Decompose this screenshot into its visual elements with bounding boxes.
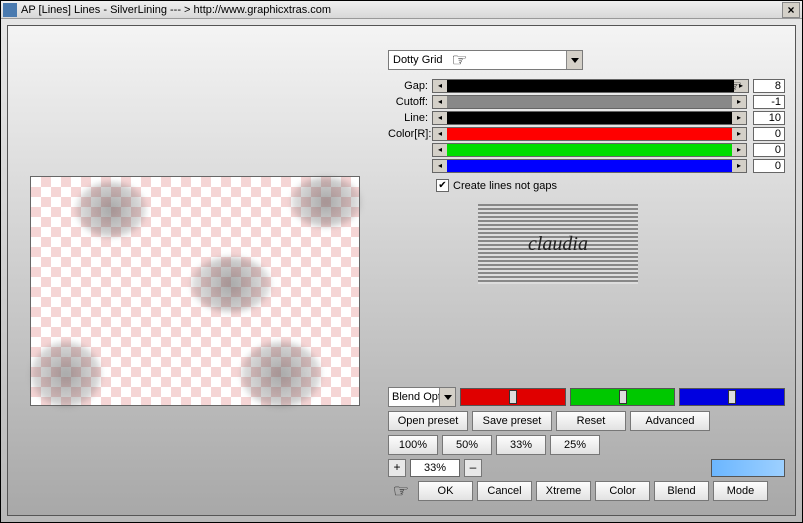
zoom-100-button[interactable]: 100% [388, 435, 438, 455]
gap-value[interactable] [753, 79, 785, 93]
arrow-right-icon[interactable]: ▸ [732, 96, 746, 108]
arrow-left-icon[interactable]: ◂ [433, 112, 447, 124]
arrow-right-icon[interactable]: ▸ [732, 144, 746, 156]
color-r-label: Color[R]: [388, 128, 432, 140]
arrow-left-icon[interactable]: ◂ [433, 96, 447, 108]
line-slider-row: Line: ◂ ▸ [388, 110, 785, 125]
rgb-blue-slider[interactable] [679, 388, 785, 406]
window-title: AP [Lines] Lines - SilverLining --- > ht… [21, 4, 782, 16]
create-lines-checkbox-row: ✔ Create lines not gaps [436, 179, 785, 192]
rgb-green-slider[interactable] [570, 388, 676, 406]
slider-thumb[interactable] [509, 390, 517, 404]
color-b-slider[interactable]: ◂ ▸ [432, 159, 747, 173]
arrow-right-icon[interactable]: ▸ [732, 160, 746, 172]
logo-text: claudia [528, 233, 588, 256]
arrow-left-icon[interactable]: ◂ [433, 144, 447, 156]
zoom-in-button[interactable]: + [388, 459, 406, 477]
create-lines-label: Create lines not gaps [453, 180, 557, 192]
rgb-red-slider[interactable] [460, 388, 566, 406]
cutoff-label: Cutoff: [388, 96, 432, 108]
zoom-out-button[interactable]: – [464, 459, 482, 477]
color-r-slider[interactable]: ◂ ▸ [432, 127, 747, 141]
zoom-50-button[interactable]: 50% [442, 435, 492, 455]
slider-thumb[interactable] [619, 390, 627, 404]
preview-pane [30, 176, 360, 406]
pointer-hand-icon: ☞ [721, 77, 747, 95]
arrow-left-icon[interactable]: ◂ [433, 160, 447, 172]
cutoff-value[interactable] [753, 95, 785, 109]
cutoff-slider[interactable]: ◂ ▸ [432, 95, 747, 109]
color-g-value[interactable] [753, 143, 785, 157]
cancel-button[interactable]: Cancel [477, 481, 532, 501]
save-preset-button[interactable]: Save preset [472, 411, 552, 431]
color-b-value[interactable] [753, 159, 785, 173]
mode-button[interactable]: Mode [713, 481, 768, 501]
zoom-value[interactable]: 33% [410, 459, 460, 477]
color-button[interactable]: Color [595, 481, 650, 501]
reset-button[interactable]: Reset [556, 411, 626, 431]
preset-dropdown-value: Dotty Grid [393, 54, 443, 66]
bottom-controls: Blend Options Open preset Save preset Re… [388, 387, 785, 505]
color-r-value[interactable] [753, 127, 785, 141]
content-area: Dotty Grid ☞ Gap: ◂ ▸ ☞ Cutoff: [7, 25, 796, 516]
cutoff-slider-row: Cutoff: ◂ ▸ [388, 94, 785, 109]
close-icon: × [787, 3, 794, 17]
color-g-slider-row: ◂ ▸ [388, 142, 785, 157]
brand-logo: claudia [478, 204, 638, 284]
pointer-hand-icon: ☞ [388, 482, 414, 500]
gap-label: Gap: [388, 80, 432, 92]
chevron-down-icon [439, 388, 455, 406]
zoom-25-button[interactable]: 25% [550, 435, 600, 455]
create-lines-checkbox[interactable]: ✔ [436, 179, 449, 192]
xtreme-button[interactable]: Xtreme [536, 481, 591, 501]
blend-button[interactable]: Blend [654, 481, 709, 501]
color-b-slider-row: ◂ ▸ [388, 158, 785, 173]
arrow-right-icon[interactable]: ▸ [732, 128, 746, 140]
open-preset-button[interactable]: Open preset [388, 411, 468, 431]
color-swatch[interactable] [711, 459, 785, 477]
arrow-left-icon[interactable]: ◂ [433, 80, 447, 92]
line-label: Line: [388, 112, 432, 124]
controls-panel: Dotty Grid ☞ Gap: ◂ ▸ ☞ Cutoff: [388, 50, 785, 284]
preview-image [31, 177, 359, 405]
pointer-hand-icon: ☞ [447, 51, 473, 69]
plugin-window: AP [Lines] Lines - SilverLining --- > ht… [0, 0, 803, 523]
close-button[interactable]: × [782, 2, 800, 18]
preset-dropdown[interactable]: Dotty Grid ☞ [388, 50, 583, 70]
gap-slider[interactable]: ◂ ▸ [432, 79, 749, 93]
titlebar: AP [Lines] Lines - SilverLining --- > ht… [1, 1, 802, 19]
color-r-slider-row: Color[R]: ◂ ▸ [388, 126, 785, 141]
slider-thumb[interactable] [728, 390, 736, 404]
color-g-slider[interactable]: ◂ ▸ [432, 143, 747, 157]
arrow-right-icon[interactable]: ▸ [732, 112, 746, 124]
gap-slider-row: Gap: ◂ ▸ ☞ [388, 78, 785, 93]
chevron-down-icon [566, 51, 582, 69]
zoom-33-button[interactable]: 33% [496, 435, 546, 455]
app-icon [3, 3, 17, 17]
line-slider[interactable]: ◂ ▸ [432, 111, 747, 125]
arrow-left-icon[interactable]: ◂ [433, 128, 447, 140]
ok-button[interactable]: OK [418, 481, 473, 501]
advanced-button[interactable]: Advanced [630, 411, 710, 431]
blend-mode-dropdown[interactable]: Blend Options [388, 387, 456, 407]
line-value[interactable] [753, 111, 785, 125]
